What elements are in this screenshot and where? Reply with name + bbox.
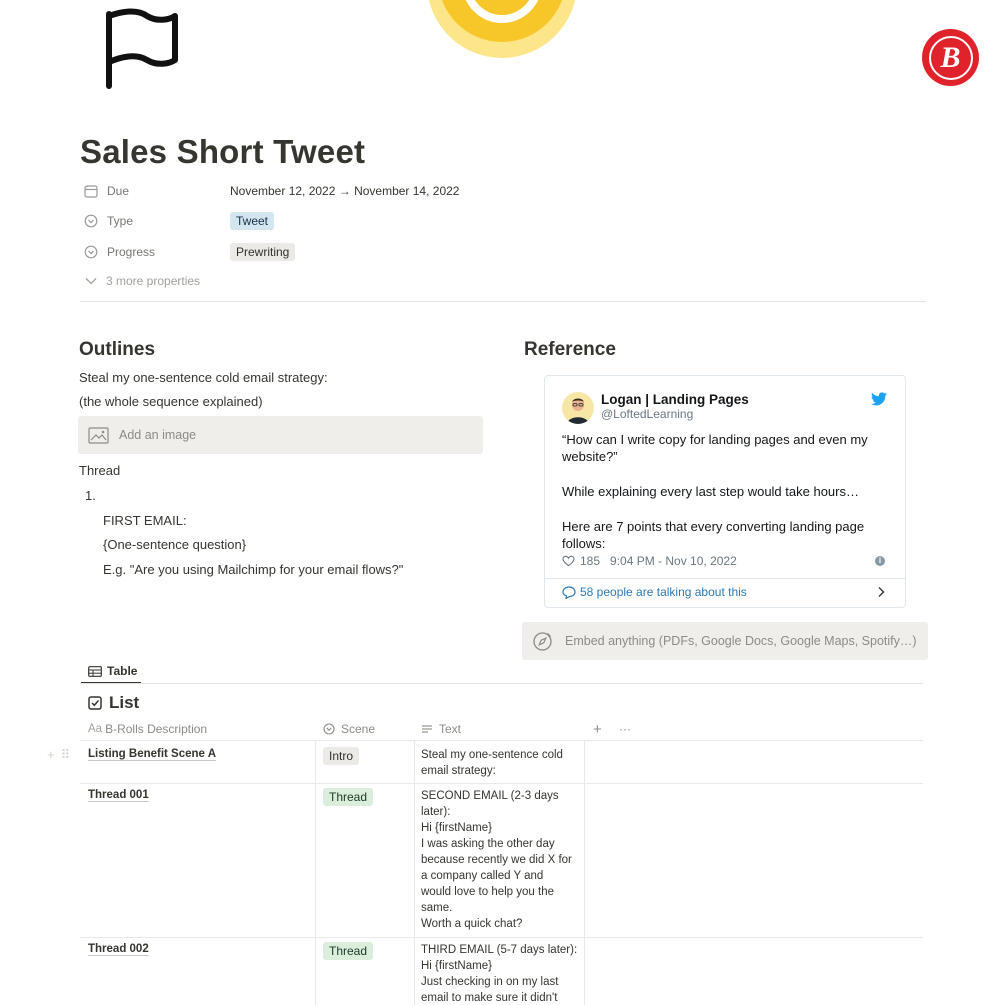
table-row-divider — [80, 740, 923, 741]
column-divider — [414, 740, 415, 1005]
type-tag[interactable]: Tweet — [230, 212, 275, 230]
divider — [80, 301, 926, 302]
database-title[interactable]: List — [88, 693, 139, 713]
add-image-button[interactable]: Add an image — [78, 416, 483, 454]
tab-table[interactable]: Table — [81, 660, 141, 684]
text-lines-icon — [422, 725, 432, 733]
table-row-divider — [80, 783, 923, 784]
tweet-paragraph: While explaining every last step would t… — [562, 484, 859, 499]
coin-icon — [428, 0, 576, 58]
scene-tag[interactable]: Thread — [323, 942, 374, 960]
select-icon — [84, 245, 98, 259]
row-text[interactable]: THIRD EMAIL (5-7 days later): Hi {firstN… — [421, 942, 581, 1005]
add-image-label: Add an image — [119, 428, 197, 442]
tweet-divider — [545, 578, 905, 579]
row-drag-handle[interactable]: +⠿ — [47, 747, 76, 763]
brand-logo-letter: B — [940, 40, 961, 74]
table-row-divider — [80, 937, 923, 938]
heart-icon[interactable] — [562, 555, 575, 567]
row-title[interactable]: Thread 002 — [88, 943, 149, 955]
property-name-progress: Progress — [84, 245, 230, 259]
more-properties-label: 3 more properties — [106, 274, 201, 288]
tweet-body: “How can I write copy for landing pages … — [562, 431, 894, 552]
row-text[interactable]: SECOND EMAIL (2-3 days later): Hi {first… — [421, 788, 581, 932]
compass-icon — [533, 631, 552, 651]
info-icon[interactable]: i — [875, 556, 885, 566]
scene-tag[interactable]: Thread — [323, 788, 374, 806]
property-type[interactable]: Type Tweet — [84, 210, 275, 232]
list-number: 1. — [85, 488, 96, 503]
database-title-label: List — [109, 693, 140, 712]
chevron-down-icon — [85, 278, 97, 285]
calendar-icon — [84, 185, 98, 198]
due-date-value[interactable]: November 12, 2022 → November 14, 2022 — [230, 184, 459, 198]
avatar[interactable] — [562, 392, 594, 424]
property-name-type: Type — [84, 214, 230, 228]
select-icon — [323, 723, 335, 735]
column-divider — [315, 740, 316, 1005]
column-header-text[interactable]: Text — [421, 718, 461, 740]
thread-label: Thread — [79, 463, 121, 478]
text-type-icon: Aa — [88, 723, 103, 735]
column-divider — [584, 740, 585, 1005]
tweet-embed[interactable]: Logan | Landing Pages @LoftedLearning “H… — [544, 375, 906, 608]
add-column-button[interactable]: + — [593, 718, 602, 740]
row-title[interactable]: Listing Benefit Scene A — [88, 748, 216, 760]
tweet-conversation-link[interactable]: 58 people are talking about this — [562, 585, 747, 599]
outline-sub-1: FIRST EMAIL: — [103, 513, 187, 528]
outline-line-1: Steal my one-sentence cold email strateg… — [79, 370, 328, 385]
image-icon — [88, 426, 109, 444]
flag-icon — [106, 8, 178, 89]
chevron-right-icon[interactable] — [876, 586, 886, 598]
select-icon — [84, 214, 98, 228]
speech-bubble-icon — [562, 585, 576, 599]
column-header-label: Scene — [341, 722, 376, 736]
progress-tag[interactable]: Prewriting — [230, 243, 296, 261]
outlines-heading: Outlines — [79, 339, 156, 360]
column-header-label: B-Rolls Description — [105, 722, 208, 736]
property-progress[interactable]: Progress Prewriting — [84, 241, 296, 263]
view-divider — [80, 683, 923, 684]
tab-table-label: Table — [107, 664, 138, 678]
more-properties-toggle[interactable]: 3 more properties — [84, 274, 200, 288]
embed-label: Embed anything (PDFs, Google Docs, Googl… — [565, 634, 917, 648]
row-title[interactable]: Thread 001 — [88, 789, 149, 801]
checkbox-icon — [88, 696, 102, 710]
twitter-bird-icon[interactable] — [871, 392, 887, 406]
column-header-label: Text — [439, 722, 462, 736]
table-icon — [88, 665, 102, 677]
tweet-conversation-label: 58 people are talking about this — [580, 585, 747, 599]
outline-sub-2: {One-sentence question} — [103, 537, 247, 552]
tweet-paragraph: “How can I write copy for landing pages … — [562, 432, 868, 464]
tweet-paragraph: Here are 7 points that every converting … — [562, 519, 865, 551]
reference-heading: Reference — [524, 339, 616, 360]
brand-logo: B — [922, 29, 979, 86]
tweet-timestamp[interactable]: 9:04 PM - Nov 10, 2022 — [610, 554, 737, 568]
page-title[interactable]: Sales Short Tweet — [80, 133, 365, 171]
property-due[interactable]: Due November 12, 2022 → November 14, 202… — [84, 180, 459, 202]
tweet-handle[interactable]: @LoftedLearning — [601, 407, 693, 421]
tweet-likes: 185 — [580, 554, 601, 568]
outline-line-2: (the whole sequence explained) — [79, 394, 263, 409]
row-text[interactable]: Steal my one-sentence cold email strateg… — [421, 747, 581, 779]
column-header-scene[interactable]: Scene — [323, 718, 375, 740]
property-name-due: Due — [84, 184, 230, 198]
embed-anything-button[interactable]: Embed anything (PDFs, Google Docs, Googl… — [522, 622, 928, 660]
tweet-author[interactable]: Logan | Landing Pages — [601, 392, 749, 407]
tweet-meta: 185 9:04 PM - Nov 10, 2022 — [562, 554, 737, 568]
scene-tag[interactable]: Intro — [323, 747, 360, 765]
outline-sub-3: E.g. "Are you using Mailchimp for your e… — [103, 562, 404, 577]
column-header-description[interactable]: Aa B-Rolls Description — [88, 718, 207, 740]
more-options-button[interactable]: ··· — [619, 718, 631, 740]
